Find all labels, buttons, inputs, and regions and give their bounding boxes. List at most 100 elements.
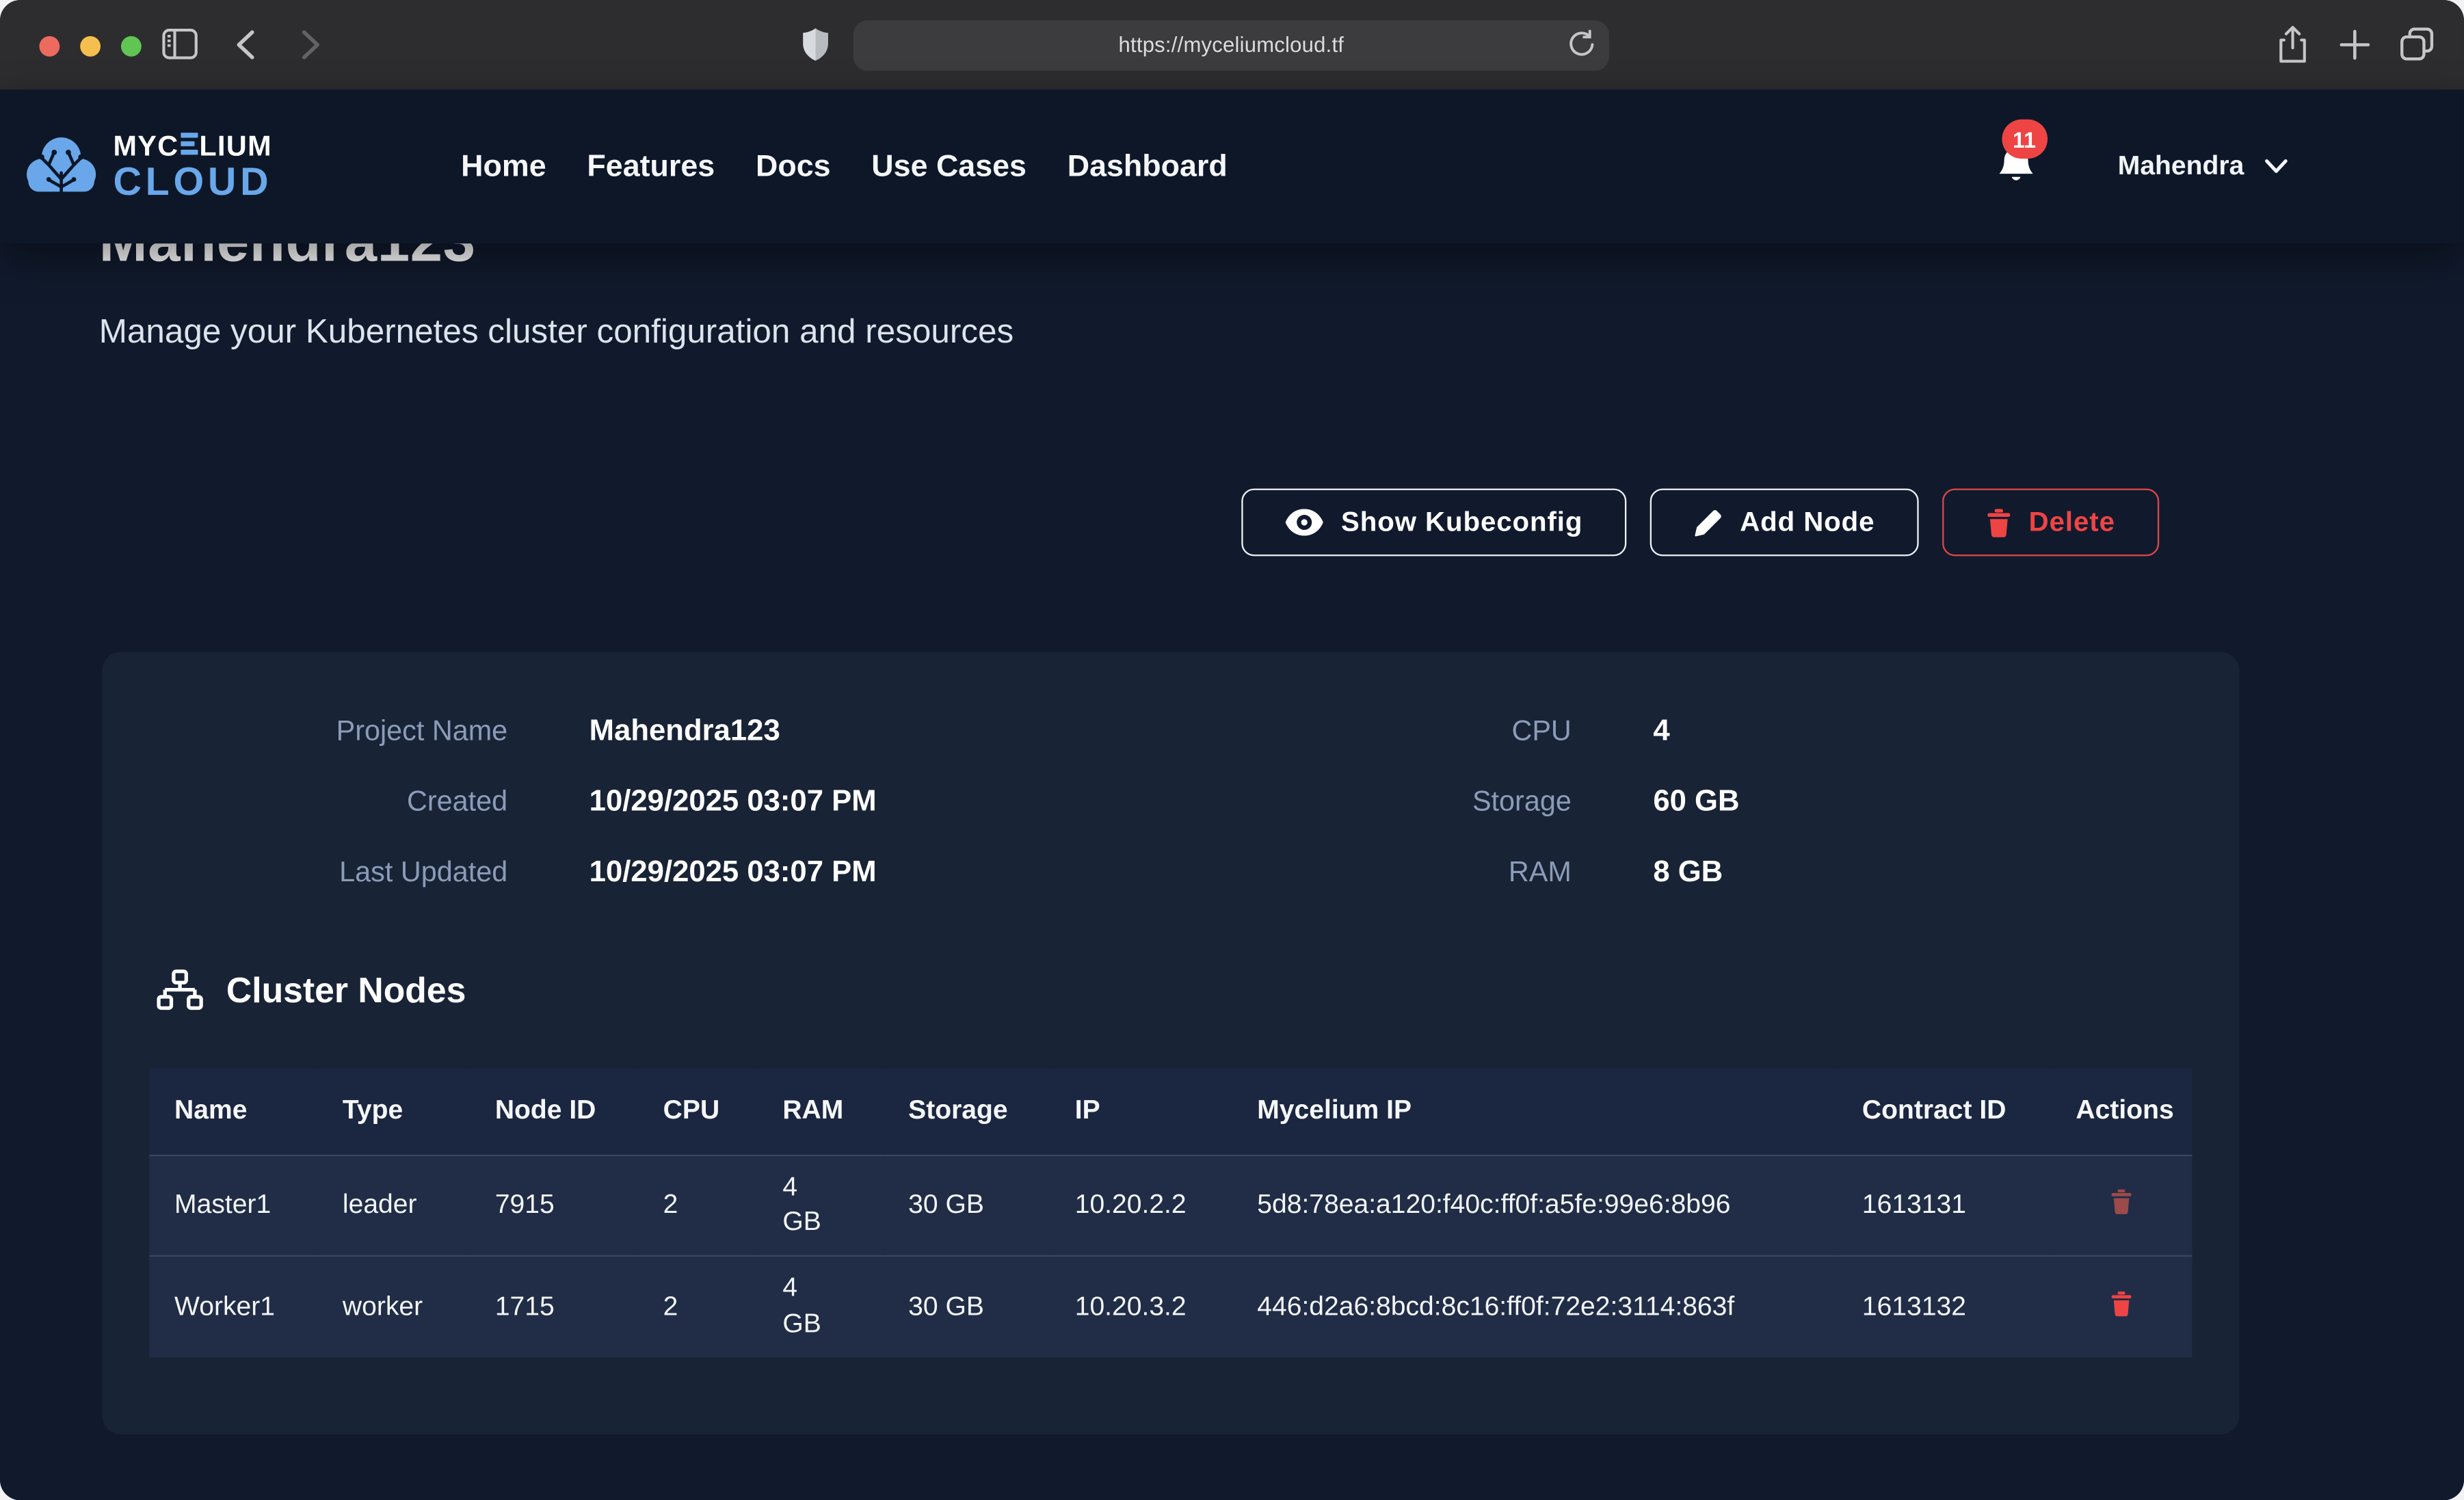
cluster-nodes-heading: Cluster Nodes — [155, 969, 466, 1012]
nodes-table-wrap: Name Type Node ID CPU RAM Storage IP Myc… — [149, 1069, 2192, 1358]
cell-type: worker — [317, 1257, 470, 1358]
address-bar[interactable]: https://myceliumcloud.tf — [853, 20, 1609, 70]
cell-contract-id: 1613131 — [1837, 1155, 2051, 1257]
project-name-label: Project Name — [102, 715, 507, 748]
col-type: Type — [317, 1069, 470, 1155]
trash-icon — [2110, 1291, 2132, 1316]
page-subtitle: Manage your Kubernetes cluster configura… — [99, 312, 1014, 351]
table-row-master1: Master1 leader 7915 2 4 GB 30 GB 10.20.2… — [149, 1155, 2192, 1257]
col-name: Name — [149, 1069, 317, 1155]
cell-ram: 4 GB — [758, 1155, 884, 1257]
table-row-worker1: Worker1 worker 1715 2 4 GB 30 GB 10.20.3… — [149, 1257, 2192, 1358]
bell-icon — [1996, 168, 2037, 195]
cluster-info-left: Project Name Mahendra123 Created 10/29/2… — [102, 696, 876, 908]
cluster-nodes-title: Cluster Nodes — [226, 970, 466, 1011]
table-header-row: Name Type Node ID CPU RAM Storage IP Myc… — [149, 1069, 2192, 1155]
created-label: Created — [102, 786, 507, 818]
new-tab-icon[interactable] — [2338, 28, 2371, 61]
back-button[interactable] — [236, 30, 255, 60]
tab-overview-icon[interactable] — [2400, 27, 2435, 62]
share-icon[interactable] — [2277, 25, 2309, 64]
show-kubeconfig-button[interactable]: Show Kubeconfig — [1242, 489, 1626, 557]
url-text: https://myceliumcloud.tf — [1119, 33, 1344, 56]
site-content: Mahendra123 Manage your Kubernetes clust… — [0, 90, 2464, 1500]
cell-mycelium-ip: 5d8:78ea:a120:f40c:ff0f:a5fe:99e6:8b96 — [1232, 1155, 1837, 1257]
browser-toolbar: https://myceliumcloud.tf — [0, 0, 2464, 90]
col-ram: RAM — [758, 1069, 884, 1155]
col-ip: IP — [1050, 1069, 1232, 1155]
zoom-window-button[interactable] — [121, 36, 142, 56]
trash-icon — [2110, 1189, 2132, 1214]
cell-ip: 10.20.2.2 — [1050, 1155, 1232, 1257]
delete-cluster-button[interactable]: Delete — [1942, 489, 2159, 557]
browser-window: https://myceliumcloud.tf — [0, 0, 2464, 1500]
ram-value: 8 GB — [1653, 855, 1723, 890]
nodes-table: Name Type Node ID CPU RAM Storage IP Myc… — [149, 1069, 2192, 1358]
nav-link-use-cases[interactable]: Use Cases — [871, 148, 1026, 185]
nav-link-home[interactable]: Home — [461, 148, 546, 185]
eye-icon — [1286, 509, 1324, 535]
nav-links: Home Features Docs Use Cases Dashboard — [461, 148, 1228, 185]
cpu-value: 4 — [1653, 714, 1669, 749]
col-mycelium-ip: Mycelium IP — [1232, 1069, 1837, 1155]
nav-right: 11 Mahendra — [1996, 144, 2288, 188]
cell-cpu: 2 — [638, 1155, 758, 1257]
cell-name: Master1 — [149, 1155, 317, 1257]
col-contract-id: Contract ID — [1837, 1069, 2051, 1155]
add-node-button[interactable]: Add Node — [1650, 489, 1919, 557]
pencil-icon — [1695, 508, 1723, 536]
nav-link-features[interactable]: Features — [587, 148, 715, 185]
notifications-button[interactable]: 11 — [1996, 144, 2037, 188]
cell-cpu: 2 — [638, 1257, 758, 1358]
trash-icon — [1987, 508, 2012, 536]
sidebar-toggle-icon[interactable] — [162, 28, 198, 59]
cluster-info-right: CPU 4 Storage 60 GB RAM 8 GB — [1166, 696, 1740, 908]
cell-storage: 30 GB — [883, 1155, 1050, 1257]
cell-node-id: 7915 — [470, 1155, 638, 1257]
logo-wordmark-top: MYCLIUM — [113, 131, 272, 159]
col-actions: Actions — [2051, 1069, 2193, 1155]
col-cpu: CPU — [638, 1069, 758, 1155]
site-logo[interactable]: MYCLIUM CLOUD — [22, 131, 272, 202]
cell-ip: 10.20.3.2 — [1050, 1257, 1232, 1358]
forward-button — [302, 30, 321, 60]
privacy-shield-icon[interactable] — [803, 28, 828, 61]
screen: https://myceliumcloud.tf — [0, 0, 2464, 1500]
storage-value: 60 GB — [1653, 785, 1739, 820]
cell-mycelium-ip: 446:d2a6:8bcd:8c16:ff0f:72e2:3114:863f — [1232, 1257, 1837, 1358]
network-nodes-icon — [155, 969, 204, 1012]
cluster-details-card: Project Name Mahendra123 Created 10/29/2… — [102, 652, 2239, 1434]
cell-contract-id: 1613132 — [1837, 1257, 2051, 1358]
cell-type: leader — [317, 1155, 470, 1257]
site-navbar: MYCLIUM CLOUD Home Features Docs Use Cas… — [0, 90, 2464, 243]
cell-storage: 30 GB — [883, 1257, 1050, 1358]
chevron-down-icon — [2264, 159, 2288, 174]
cpu-label: CPU — [1166, 715, 1572, 748]
mycelium-cloud-logo-icon — [22, 133, 101, 200]
close-window-button[interactable] — [39, 36, 59, 56]
cell-node-id: 1715 — [470, 1257, 638, 1358]
last-updated-label: Last Updated — [102, 856, 507, 889]
created-value: 10/29/2025 03:07 PM — [589, 785, 877, 820]
col-node-id: Node ID — [470, 1069, 638, 1155]
logo-e-bars-icon — [181, 131, 198, 159]
user-menu[interactable]: Mahendra — [2118, 151, 2288, 183]
ram-label: RAM — [1166, 856, 1572, 889]
minimize-window-button[interactable] — [80, 36, 101, 56]
logo-wordmark-bottom: CLOUD — [113, 163, 272, 202]
nav-link-docs[interactable]: Docs — [756, 148, 831, 185]
reload-icon[interactable] — [1568, 29, 1595, 59]
user-name: Mahendra — [2118, 151, 2244, 183]
col-storage: Storage — [883, 1069, 1050, 1155]
cell-name: Worker1 — [149, 1257, 317, 1358]
cluster-actions: Show Kubeconfig Add Node — [1242, 489, 2159, 557]
last-updated-value: 10/29/2025 03:07 PM — [589, 855, 877, 890]
cell-ram: 4 GB — [758, 1257, 884, 1358]
cell-actions — [2051, 1155, 2193, 1257]
delete-node-button[interactable] — [2107, 1288, 2135, 1324]
project-name-value: Mahendra123 — [589, 714, 780, 749]
cell-actions — [2051, 1257, 2193, 1358]
storage-label: Storage — [1166, 786, 1572, 818]
nav-link-dashboard[interactable]: Dashboard — [1068, 148, 1228, 185]
delete-node-button[interactable] — [2107, 1186, 2135, 1222]
